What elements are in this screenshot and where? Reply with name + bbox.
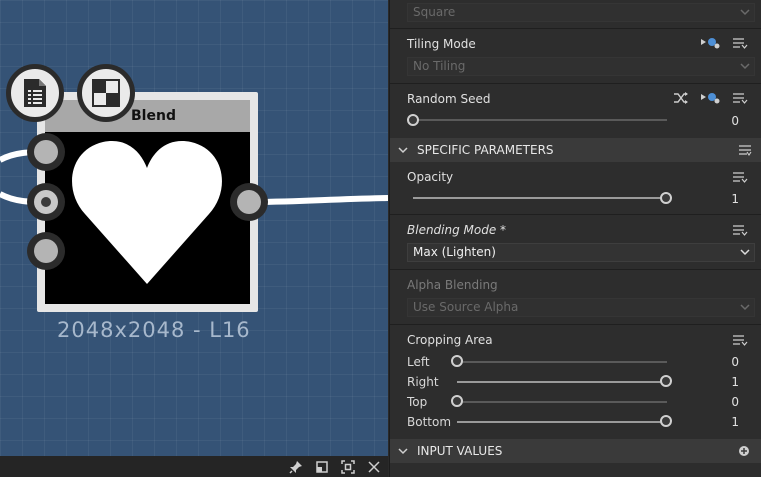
shape-dropdown-value: Square (413, 5, 456, 19)
chevron-down-icon (740, 9, 750, 16)
document-badge-icon[interactable] (6, 64, 64, 122)
specific-parameters-header[interactable]: SPECIFIC PARAMETERS (390, 138, 761, 162)
crop-right-value: 1 (731, 375, 739, 389)
node-title: Blend (45, 100, 250, 132)
properties-panel: Square Tiling Mode No Tiling Random Seed (389, 0, 761, 477)
alpha-blending-dropdown[interactable]: Use Source Alpha (407, 298, 755, 317)
opacity-label: Opacity (407, 170, 454, 184)
crop-bottom-label: Bottom (407, 415, 452, 429)
chevron-down-icon (398, 147, 408, 154)
blending-mode-value: Max (Lighten) (413, 245, 496, 259)
menu-icon[interactable] (732, 37, 748, 49)
graph-link-icon[interactable] (700, 90, 720, 104)
pin-icon[interactable] (288, 459, 304, 475)
crop-top-value: 0 (731, 395, 739, 409)
crop-left-slider-knob[interactable] (451, 355, 463, 367)
chevron-down-icon (740, 304, 750, 311)
crop-top-slider-knob[interactable] (451, 395, 463, 407)
crop-left-label: Left (407, 355, 430, 369)
crop-bottom-slider-track[interactable] (457, 421, 667, 423)
crop-right-slider-knob[interactable] (660, 375, 672, 387)
alpha-blending-label: Alpha Blending (407, 278, 498, 292)
blending-mode-label: Blending Mode * (407, 223, 507, 237)
crop-bottom-value: 1 (731, 415, 739, 429)
frame-icon[interactable] (314, 459, 330, 475)
output-port[interactable] (230, 183, 268, 221)
section-menu-icon[interactable] (738, 144, 752, 156)
crop-right-slider-track[interactable] (457, 381, 667, 383)
menu-icon[interactable] (732, 224, 748, 236)
specific-parameters-title: SPECIFIC PARAMETERS (417, 143, 554, 157)
tiling-mode-label: Tiling Mode (407, 37, 476, 51)
menu-icon[interactable] (732, 92, 748, 104)
tiling-mode-dropdown[interactable]: No Tiling (407, 57, 755, 76)
input-values-header[interactable]: INPUT VALUES (390, 439, 761, 463)
graph-link-icon[interactable] (700, 35, 720, 49)
shuffle-icon[interactable] (673, 91, 689, 105)
crop-left-value: 0 (731, 355, 739, 369)
chevron-down-icon (398, 448, 408, 455)
add-icon[interactable] (739, 446, 749, 456)
input-values-title: INPUT VALUES (417, 444, 503, 458)
crop-right-label: Right (407, 375, 439, 389)
shape-dropdown[interactable]: Square (407, 3, 755, 22)
node-preview (45, 132, 250, 304)
crop-top-label: Top (407, 395, 428, 409)
cropping-area-label: Cropping Area (407, 333, 493, 347)
resolution-label: 2048x2048 - L16 (57, 318, 251, 342)
canvas-toolbar (0, 456, 388, 477)
heart-preview-icon (72, 141, 222, 284)
chevron-down-icon (740, 249, 750, 256)
crop-top-slider-track[interactable] (457, 401, 667, 403)
fit-view-icon[interactable] (340, 459, 356, 475)
input-port-mask[interactable] (27, 232, 65, 270)
checker-badge-icon[interactable] (77, 64, 135, 122)
close-icon[interactable] (366, 459, 382, 475)
input-port-background[interactable] (27, 183, 65, 221)
tiling-mode-value: No Tiling (413, 59, 466, 73)
opacity-slider-knob[interactable] (660, 192, 672, 204)
menu-icon[interactable] (732, 171, 748, 183)
random-seed-label: Random Seed (407, 92, 491, 106)
opacity-slider-track[interactable] (413, 197, 667, 199)
input-port-foreground[interactable] (27, 133, 65, 171)
graph-canvas[interactable]: Blend 2048x2048 - L16 (0, 0, 388, 456)
output-wire (249, 195, 388, 205)
alpha-blending-value: Use Source Alpha (413, 300, 519, 314)
blending-mode-dropdown[interactable]: Max (Lighten) (407, 243, 755, 262)
random-seed-slider-knob[interactable] (407, 114, 419, 126)
chevron-down-icon (740, 63, 750, 70)
crop-left-slider-track[interactable] (457, 361, 667, 363)
random-seed-slider-track[interactable] (413, 119, 667, 121)
opacity-value: 1 (731, 192, 739, 206)
crop-bottom-slider-knob[interactable] (660, 415, 672, 427)
blend-node[interactable]: Blend (37, 92, 258, 312)
menu-icon[interactable] (732, 334, 748, 346)
random-seed-value: 0 (731, 114, 739, 128)
